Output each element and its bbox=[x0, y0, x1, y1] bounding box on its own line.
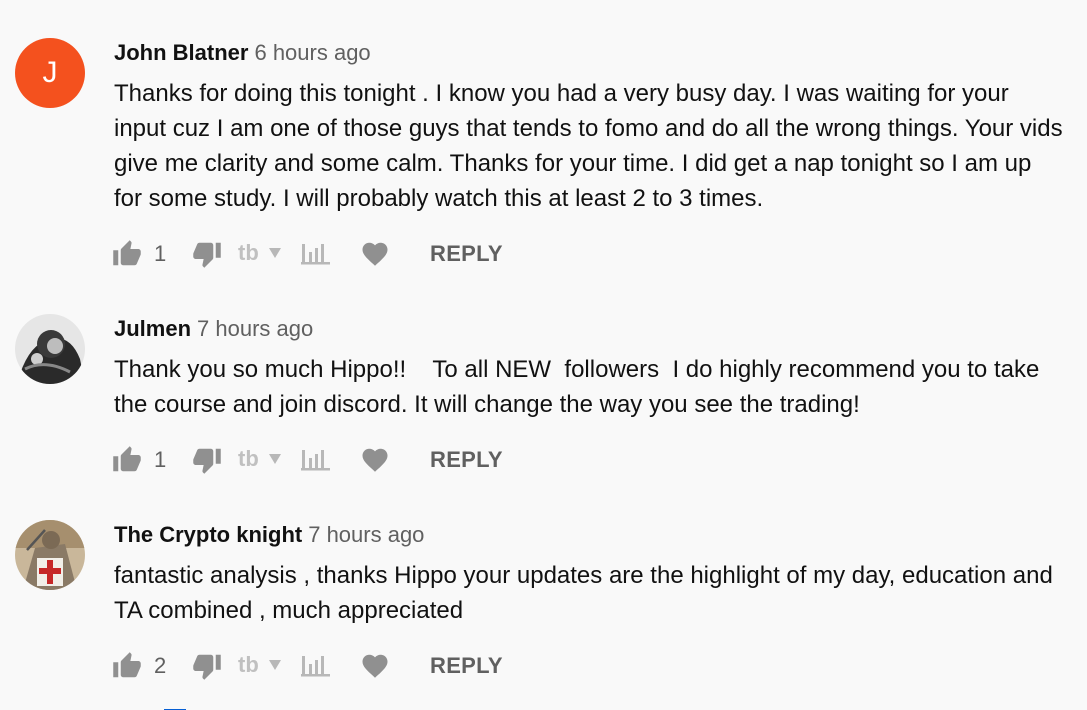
svg-text:tb: tb bbox=[238, 652, 259, 677]
author-name[interactable]: The Crypto knight bbox=[114, 522, 302, 547]
reply-button[interactable]: REPLY bbox=[430, 241, 503, 267]
comment-header: The Crypto knight 7 hours ago bbox=[114, 522, 424, 548]
avatar[interactable] bbox=[15, 314, 85, 384]
svg-text:tb: tb bbox=[238, 446, 259, 471]
tb-extension-icon[interactable]: tb bbox=[238, 445, 290, 475]
avatar-image bbox=[15, 520, 85, 590]
svg-text:tb: tb bbox=[238, 240, 259, 265]
author-name[interactable]: John Blatner bbox=[114, 40, 248, 65]
tb-extension-icon[interactable]: tb bbox=[238, 239, 290, 269]
thumbs-down-icon[interactable] bbox=[192, 651, 222, 681]
comment-actions: 1 tb REPLY bbox=[112, 442, 503, 478]
comment-text: Thank you so much Hippo!! To all NEW fol… bbox=[114, 356, 1046, 418]
comment-text: Thanks for doing this tonight . I know y… bbox=[114, 80, 1070, 212]
comment-header: John Blatner 6 hours ago bbox=[114, 40, 371, 66]
tb-extension-icon[interactable]: tb bbox=[238, 651, 290, 681]
author-name[interactable]: Julmen bbox=[114, 316, 191, 341]
comment-actions: 2 tb REPLY bbox=[112, 648, 503, 684]
cut-off-link-fragment bbox=[164, 709, 186, 710]
reply-button[interactable]: REPLY bbox=[430, 653, 503, 679]
like-count: 2 bbox=[154, 653, 167, 678]
heart-icon[interactable] bbox=[360, 239, 390, 269]
avatar-image bbox=[15, 314, 85, 384]
avatar[interactable] bbox=[15, 520, 85, 590]
bar-chart-icon[interactable] bbox=[300, 239, 332, 269]
thumbs-up-icon[interactable] bbox=[112, 445, 142, 475]
thumbs-down-icon[interactable] bbox=[192, 445, 222, 475]
avatar-letter: J bbox=[42, 56, 58, 89]
like-count: 1 bbox=[154, 447, 167, 472]
thumbs-down-icon[interactable] bbox=[192, 239, 222, 269]
thumbs-up-icon[interactable] bbox=[112, 651, 142, 681]
comment-timestamp[interactable]: 7 hours ago bbox=[197, 316, 313, 341]
thumbs-up-icon[interactable] bbox=[112, 239, 142, 269]
avatar[interactable]: J bbox=[15, 38, 85, 108]
comment-timestamp[interactable]: 6 hours ago bbox=[254, 40, 370, 65]
comment-header: Julmen 7 hours ago bbox=[114, 316, 313, 342]
view-replies-link[interactable] bbox=[150, 700, 260, 710]
reply-button[interactable]: REPLY bbox=[430, 447, 503, 473]
comment-text: fantastic analysis , thanks Hippo your u… bbox=[114, 562, 1060, 624]
comments-section: J John Blatner 6 hours ago Thanks for doi… bbox=[0, 0, 1087, 710]
bar-chart-icon[interactable] bbox=[300, 445, 332, 475]
heart-icon[interactable] bbox=[360, 445, 390, 475]
like-count: 1 bbox=[154, 241, 167, 266]
comment-timestamp[interactable]: 7 hours ago bbox=[308, 522, 424, 547]
comment-actions: 1 tb REPLY bbox=[112, 236, 503, 272]
heart-icon[interactable] bbox=[360, 651, 390, 681]
bar-chart-icon[interactable] bbox=[300, 651, 332, 681]
